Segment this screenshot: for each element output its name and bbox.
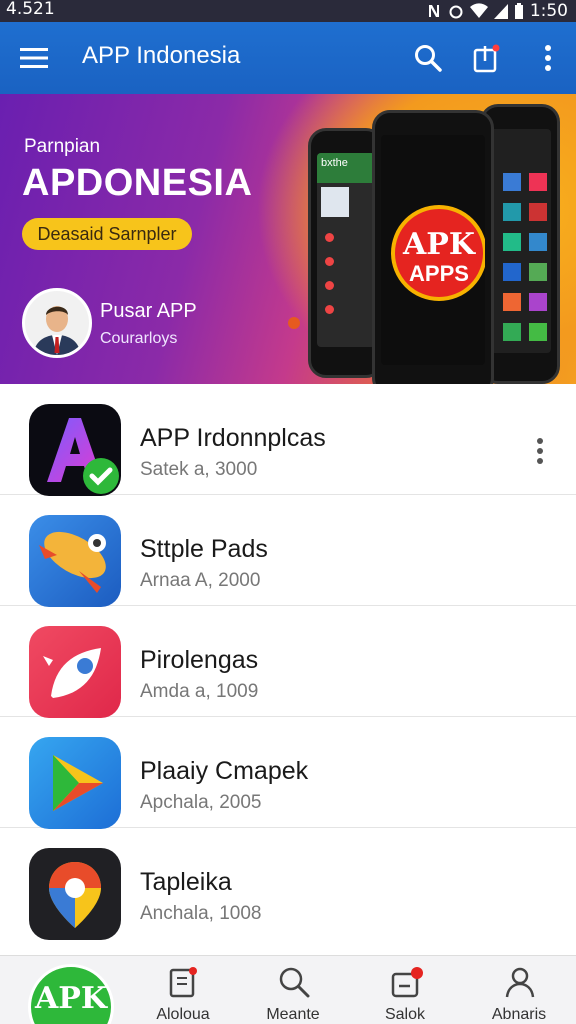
list-item[interactable]: Sttple Pads Arnaa A, 2000: [0, 495, 576, 607]
list-item[interactable]: Pirolengas Amda a, 1009: [0, 606, 576, 718]
promo-banner[interactable]: Parnpian APDONESIA Deasaid Sarnpler Pusa…: [0, 94, 576, 384]
banner-pill-button[interactable]: Deasaid Sarnpler: [22, 218, 192, 250]
app-meta: Apchala, 2005: [140, 792, 262, 813]
status-icons: 1:50: [426, 0, 568, 22]
phone-header-text: bxthe: [317, 153, 375, 183]
more-vert-icon[interactable]: [530, 40, 566, 76]
nav-label: Meante: [266, 1006, 320, 1023]
signal-icon: [493, 4, 508, 19]
app-meta: Arnaa A, 2000: [140, 570, 261, 591]
search-icon[interactable]: [410, 40, 446, 76]
carousel-dot[interactable]: [288, 317, 300, 329]
nfc-icon: [428, 5, 439, 17]
wifi-icon: [469, 3, 488, 19]
app-meta: Satek a, 3000: [140, 459, 258, 480]
nav-item-meante[interactable]: Meante: [238, 956, 348, 1024]
badge-top-text: APK: [403, 227, 475, 262]
status-bar: 4.521 1:50: [0, 0, 576, 22]
rocket-icon: [29, 515, 121, 607]
profile-subtitle: Courarloys: [100, 330, 178, 347]
book-icon: [169, 967, 197, 998]
inbox-icon: [391, 967, 423, 998]
nav-item-abnaris[interactable]: Abnaris: [464, 956, 574, 1024]
app-list: APP Irdonnplcas Satek a, 3000 Sttple Pad…: [0, 384, 576, 940]
alarm-icon: [449, 5, 463, 19]
app-name: Tapleika: [140, 868, 232, 896]
person-icon: [505, 967, 535, 998]
more-vert-icon[interactable]: [534, 436, 546, 466]
stylized-a-icon: [29, 404, 121, 496]
nav-item-aloloua[interactable]: Aloloua: [128, 956, 238, 1024]
list-item[interactable]: Tapleika Anchala, 1008: [0, 828, 576, 940]
apk-apps-badge: APK APPS: [391, 205, 485, 301]
badge-bottom-text: APPS: [409, 261, 469, 286]
app-meta: Amda a, 1009: [140, 681, 259, 702]
location-pin-icon: [29, 848, 121, 940]
app-name: Sttple Pads: [140, 535, 268, 563]
app-meta: Anchala, 1008: [140, 903, 262, 924]
app-name: Plaaiy Cmapek: [140, 757, 309, 785]
app-title: APP Indonesia: [82, 42, 241, 69]
banner-title: APDONESIA: [22, 162, 253, 204]
search-icon: [279, 967, 310, 998]
profile-avatar: [22, 288, 92, 358]
hamburger-icon[interactable]: [16, 40, 52, 76]
share-icon[interactable]: [468, 40, 504, 76]
play-triangle-icon: [29, 737, 121, 829]
rocket-launch-icon: [29, 626, 121, 718]
nav-item-salok[interactable]: Salok: [350, 956, 460, 1024]
banner-subtitle: Parnpian: [24, 136, 101, 157]
app-bar: APP Indonesia: [0, 22, 576, 94]
bottom-nav: APK Aloloua Meante Salok Abnaris: [0, 955, 576, 1024]
nav-label: Salok: [384, 1006, 426, 1023]
phone-thumbnail: [321, 187, 349, 217]
app-name: Pirolengas: [140, 646, 259, 674]
nav-label: Aloloua: [156, 1006, 210, 1023]
status-clock: 1:50: [529, 1, 568, 21]
list-item[interactable]: APP Irdonnplcas Satek a, 3000: [0, 384, 576, 496]
profile-name: Pusar APP: [100, 300, 197, 322]
status-left-text: 4.521: [6, 0, 55, 19]
list-item[interactable]: Plaaiy Cmapek Apchala, 2005: [0, 717, 576, 829]
phone-center-illustration: APK APPS: [372, 110, 494, 384]
battery-icon: [514, 3, 523, 19]
app-name: APP Irdonnplcas: [140, 424, 326, 452]
nav-label: Abnaris: [491, 1006, 547, 1023]
nav-home-apk-button[interactable]: APK: [28, 964, 114, 1024]
